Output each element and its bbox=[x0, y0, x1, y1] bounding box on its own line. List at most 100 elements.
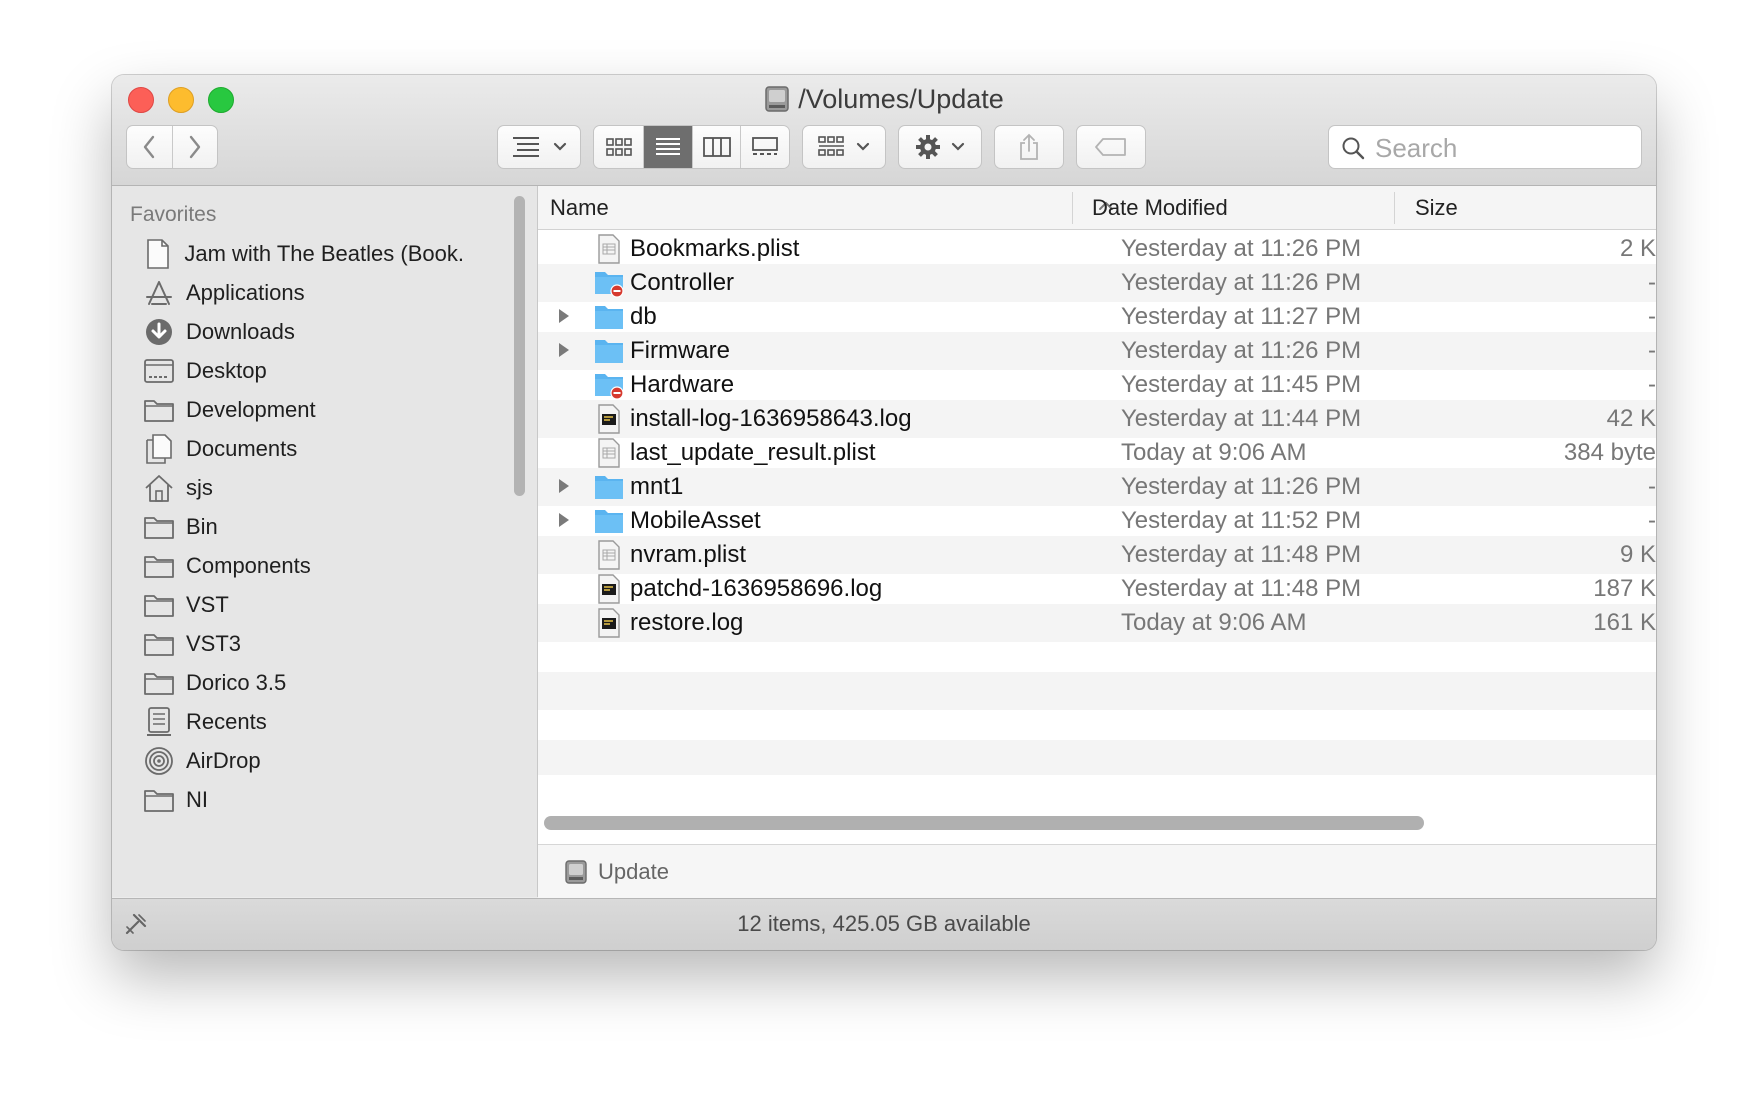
sidebar-item-jam-with-the-beatles[interactable]: Jam with The Beatles (Book... bbox=[142, 234, 462, 274]
back-forward-group bbox=[126, 125, 218, 169]
sidebar-item-bin[interactable]: Bin bbox=[142, 507, 462, 547]
sidebar-item-label: NI bbox=[186, 787, 208, 812]
file-name: last_update_result.plist bbox=[630, 439, 876, 466]
file-row[interactable]: db Yesterday at 11:27 PM - bbox=[538, 298, 1656, 336]
horizontal-scrollbar[interactable] bbox=[544, 816, 1424, 830]
recents-icon bbox=[142, 705, 176, 739]
chevron-down-icon bbox=[951, 142, 965, 151]
column-divider[interactable] bbox=[1072, 192, 1073, 224]
sidebar-item-label: Jam with The Beatles (Book... bbox=[184, 241, 462, 266]
sidebar-item-dorico[interactable]: Dorico 3.5 bbox=[142, 663, 462, 703]
file-size: 2 K bbox=[1619, 235, 1656, 262]
file-name: restore.log bbox=[630, 609, 744, 636]
column-view-button[interactable] bbox=[692, 126, 742, 168]
sidebar-item-label: Documents bbox=[186, 436, 298, 461]
tag-icon bbox=[1095, 138, 1126, 156]
file-size: 161 K bbox=[1593, 609, 1656, 636]
file-row[interactable]: Controller Yesterday at 11:26 PM - bbox=[538, 264, 1656, 302]
sidebar-item-sjs[interactable]: sjs bbox=[142, 468, 462, 508]
disclosure-triangle-icon[interactable] bbox=[557, 307, 571, 325]
disclosure-triangle-icon[interactable] bbox=[557, 511, 571, 529]
view-mode-control bbox=[593, 125, 790, 169]
title-bar: /Volumes/Update bbox=[112, 75, 1656, 186]
file-date: Today at 9:06 AM bbox=[1121, 439, 1307, 466]
sidebar-item-applications[interactable]: Applications bbox=[142, 273, 462, 313]
folder-icon bbox=[592, 335, 626, 367]
sidebar-item-ni[interactable]: NI bbox=[142, 780, 462, 820]
plist-file-icon bbox=[592, 233, 626, 265]
empty-row bbox=[538, 740, 1656, 775]
file-row[interactable]: last_update_result.plist Today at 9:06 A… bbox=[538, 434, 1656, 472]
group-by-button[interactable] bbox=[802, 125, 886, 169]
sidebar-item-development[interactable]: Development bbox=[142, 390, 462, 430]
sidebar-item-vst[interactable]: VST bbox=[142, 585, 462, 625]
file-row[interactable]: Hardware Yesterday at 11:45 PM - bbox=[538, 366, 1656, 404]
window-title: /Volumes/Update bbox=[112, 81, 1656, 117]
file-date: Yesterday at 11:26 PM bbox=[1121, 269, 1362, 296]
share-button[interactable] bbox=[994, 125, 1064, 169]
search-input[interactable] bbox=[1373, 130, 1637, 166]
back-button[interactable] bbox=[127, 126, 173, 168]
disclosure-triangle-icon[interactable] bbox=[557, 477, 571, 495]
home-icon bbox=[142, 471, 176, 505]
action-menu-button[interactable] bbox=[898, 125, 982, 169]
file-row[interactable]: restore.log Today at 9:06 AM 161 K bbox=[538, 604, 1656, 642]
file-date: Yesterday at 11:45 PM bbox=[1121, 371, 1362, 398]
documents-icon bbox=[142, 432, 176, 466]
file-date: Yesterday at 11:48 PM bbox=[1121, 541, 1362, 568]
sidebar-item-label: Applications bbox=[186, 280, 305, 305]
file-row[interactable]: install-log-1636958643.log Yesterday at … bbox=[538, 400, 1656, 438]
sidebar-item-downloads[interactable]: Downloads bbox=[142, 312, 462, 352]
sidebar-item-label: sjs bbox=[186, 475, 213, 500]
file-row[interactable]: patchd-1636958696.log Yesterday at 11:48… bbox=[538, 570, 1656, 608]
file-date: Yesterday at 11:27 PM bbox=[1121, 303, 1362, 330]
sidebar-item-documents[interactable]: Documents bbox=[142, 429, 462, 469]
downloads-icon bbox=[142, 315, 176, 349]
log-file-icon bbox=[592, 607, 626, 639]
sidebar-item-airdrop[interactable]: AirDrop bbox=[142, 741, 462, 781]
chevron-left-icon bbox=[144, 135, 155, 159]
file-size: 42 K bbox=[1606, 405, 1656, 432]
file-size: - bbox=[1648, 303, 1656, 330]
search-field[interactable] bbox=[1328, 125, 1642, 169]
gallery-view-button[interactable] bbox=[741, 126, 789, 168]
file-size: - bbox=[1648, 269, 1656, 296]
empty-row bbox=[538, 706, 1656, 744]
sidebar-item-label: AirDrop bbox=[186, 748, 261, 773]
disclosure-triangle-icon[interactable] bbox=[557, 341, 571, 359]
window-title-text: /Volumes/Update bbox=[798, 84, 1004, 114]
status-text: 12 items, 425.05 GB available bbox=[737, 911, 1031, 936]
column-divider[interactable] bbox=[1394, 192, 1395, 224]
file-row[interactable]: nvram.plist Yesterday at 11:48 PM 9 K bbox=[538, 536, 1656, 574]
file-name: Controller bbox=[630, 269, 735, 296]
sidebar-item-vst3[interactable]: VST3 bbox=[142, 624, 462, 664]
tags-button[interactable] bbox=[1076, 125, 1146, 169]
file-row[interactable]: mnt1 Yesterday at 11:26 PM - bbox=[538, 468, 1656, 506]
path-bar-item[interactable]: Update bbox=[598, 845, 669, 898]
list-view-button[interactable] bbox=[644, 126, 693, 168]
file-row[interactable]: Firmware Yesterday at 11:26 PM - bbox=[538, 332, 1656, 370]
file-row[interactable]: Bookmarks.plist Yesterday at 11:26 PM 2 … bbox=[538, 230, 1656, 268]
forward-button[interactable] bbox=[173, 126, 218, 168]
column-date-modified[interactable]: Date Modified bbox=[1092, 186, 1392, 229]
file-list: Name Date Modified Size Bookmarks.plist … bbox=[538, 186, 1656, 898]
status-bar: 12 items, 425.05 GB available bbox=[112, 898, 1656, 950]
list-indent-icon bbox=[513, 137, 539, 157]
folder-icon bbox=[142, 627, 176, 661]
group-menu-button[interactable] bbox=[497, 125, 581, 169]
desktop-icon bbox=[142, 354, 176, 388]
file-date: Yesterday at 11:48 PM bbox=[1121, 575, 1362, 602]
column-name[interactable]: Name bbox=[550, 186, 1110, 229]
column-size[interactable]: Size bbox=[1415, 186, 1615, 229]
sidebar-item-recents[interactable]: Recents bbox=[142, 702, 462, 742]
file-date: Yesterday at 11:26 PM bbox=[1121, 337, 1362, 364]
icon-view-button[interactable] bbox=[594, 126, 645, 168]
sidebar-scrollbar[interactable] bbox=[514, 196, 525, 496]
sidebar-item-components[interactable]: Components bbox=[142, 546, 462, 586]
restricted-folder-icon bbox=[592, 369, 626, 401]
file-name: db bbox=[630, 303, 657, 330]
sidebar-item-desktop[interactable]: Desktop bbox=[142, 351, 462, 391]
sidebar-item-label: Bin bbox=[186, 514, 218, 539]
path-bar: Update bbox=[538, 844, 1656, 898]
file-row[interactable]: MobileAsset Yesterday at 11:52 PM - bbox=[538, 502, 1656, 540]
